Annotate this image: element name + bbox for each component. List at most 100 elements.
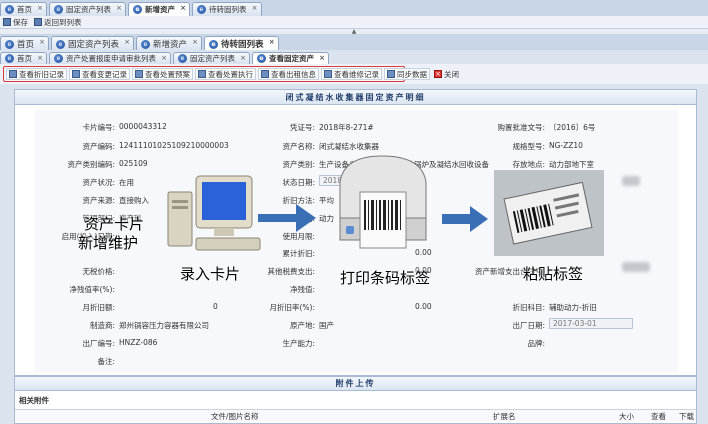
maker-value: 郑州锅容压力容器有限公司: [119, 321, 209, 330]
approval-value: 〔2016〕6号: [549, 123, 596, 132]
asset-code-value: 12411101025109210000003: [119, 141, 229, 150]
view-rental-button[interactable]: 查看出租信息: [258, 68, 319, 80]
brand-label: 品牌:: [527, 339, 545, 348]
step-label-paste-label: 粘贴标签: [523, 265, 584, 283]
card-no-value: 0000043312: [119, 122, 167, 131]
second-tab-bar: e 首页 × e 固定资产列表 × e 新增资产 × e 待转固列表 ×: [0, 34, 708, 51]
asset-code-label: 资产编码:: [82, 142, 115, 151]
category-code-label: 资产类别编码:: [67, 160, 115, 169]
attachment-table-header: 文件/图片名称 扩展名 大小 查看 下载: [15, 409, 696, 421]
factory-date-input[interactable]: 2017-03-01: [549, 318, 633, 329]
voucher-value: 2018年8-271#: [319, 123, 374, 132]
doc-icon: [135, 70, 143, 78]
doc-icon: [324, 70, 332, 78]
doc-icon: [198, 70, 206, 78]
close-icon[interactable]: ×: [116, 4, 122, 12]
close-icon[interactable]: ×: [39, 38, 45, 46]
ie-icon: e: [5, 54, 14, 63]
asset-name-value: 闭式凝结水收集器: [319, 142, 379, 151]
save-icon: [3, 18, 11, 26]
tab-asset-list[interactable]: e 固定资产列表 ×: [51, 36, 135, 51]
ie-icon: e: [5, 5, 14, 14]
barcode-label-photo: [494, 170, 604, 256]
step-label-enter-card: 录入卡片: [180, 265, 241, 283]
col-extension: 扩展名: [493, 412, 516, 421]
close-icon[interactable]: ×: [37, 4, 43, 12]
close-icon[interactable]: ×: [240, 54, 246, 62]
blurred-region: [622, 176, 640, 186]
status-label: 资产状况:: [82, 178, 115, 187]
monthly-depr-label: 月折旧额:: [82, 303, 115, 312]
net-value-label: 净残值:: [289, 285, 315, 294]
location-value: 动力部地下室: [549, 160, 594, 169]
monthly-rate-value: 0.00: [415, 302, 432, 311]
approval-label: 购置批准文号:: [497, 123, 545, 132]
save-button[interactable]: 保存: [3, 17, 28, 28]
ie-icon: e: [209, 39, 219, 49]
col-download: 下载: [679, 412, 694, 421]
close-icon[interactable]: ×: [269, 38, 275, 46]
top-tab-bar: e 首页 × e 固定资产列表 × e 新增资产 × e 待转固列表 ×: [0, 0, 708, 16]
tab-home[interactable]: e 首页 ×: [0, 36, 50, 51]
sync-data-button[interactable]: 同步数据: [384, 68, 430, 80]
card-no-label: 卡片编号:: [82, 123, 115, 132]
depr-cat-value: 辅助动力-折旧: [549, 303, 597, 312]
ie-icon: e: [197, 5, 206, 14]
label-printer-icon: [339, 155, 427, 249]
action-toolbar: 查看折旧记录 查看变更记录 查看处置预案 查看处置执行 查看出租信息 查看维修记…: [3, 66, 459, 82]
back-icon: [34, 18, 42, 26]
computer-icon: [167, 175, 261, 251]
doc-icon: [9, 70, 17, 78]
maker-label: 制造商:: [89, 321, 115, 330]
close-icon[interactable]: ×: [319, 54, 325, 62]
close-icon[interactable]: ×: [161, 54, 167, 62]
voucher-label: 凭证号:: [289, 123, 315, 132]
other-tax-label: 其他税费支出:: [267, 267, 315, 276]
col-size: 大小: [619, 412, 634, 421]
view-repair-button[interactable]: 查看维修记录: [321, 68, 382, 80]
attachment-panel: 附件上传 相关附件 文件/图片名称 扩展名 大小 查看 下载: [14, 376, 697, 424]
col-file-name: 文件/图片名称: [211, 412, 259, 421]
tab-new-asset[interactable]: e 新增资产 ×: [128, 2, 190, 16]
step-label-print-label: 打印条码标签: [340, 269, 431, 287]
ie-icon: e: [133, 5, 142, 14]
close-button[interactable]: × 关闭: [432, 68, 461, 80]
tab-pending-list[interactable]: e 待转固列表 ×: [204, 36, 279, 51]
tab-home[interactable]: e 首页 ×: [0, 52, 47, 64]
ie-icon: e: [56, 39, 66, 49]
back-to-list-button[interactable]: 返回到列表: [34, 17, 82, 28]
close-icon: ×: [434, 70, 442, 78]
tab-home[interactable]: e 首页 ×: [0, 2, 47, 16]
capacity-label: 生产能力:: [282, 339, 315, 348]
view-change-button[interactable]: 查看变更记录: [69, 68, 130, 80]
ie-icon: e: [54, 54, 63, 63]
asset-name-label: 资产名称:: [282, 142, 315, 151]
tab-asset-list[interactable]: e 固定资产列表 ×: [49, 2, 126, 16]
tab-disposal-list[interactable]: e 资产处置报废申请审批列表 ×: [49, 52, 171, 64]
category-label: 资产类别:: [282, 160, 315, 169]
source-value: 直接购入: [119, 196, 149, 205]
monthly-depr-value: 0: [213, 302, 218, 311]
tab-new-asset[interactable]: e 新增资产 ×: [136, 36, 203, 51]
ie-icon: e: [141, 39, 151, 49]
monthly-rate-label: 月折旧率(%):: [269, 303, 315, 312]
ie-icon: e: [54, 5, 63, 14]
attachment-subtitle: 相关附件: [19, 396, 49, 405]
close-icon[interactable]: ×: [192, 38, 198, 46]
blurred-region: [622, 262, 650, 272]
price-label: 无税价格:: [82, 267, 115, 276]
tab-pending-list[interactable]: e 待转固列表 ×: [192, 2, 262, 16]
close-icon[interactable]: ×: [180, 4, 186, 12]
view-disposal-exec-button[interactable]: 查看处置执行: [195, 68, 256, 80]
view-disposal-plan-button[interactable]: 查看处置预案: [132, 68, 193, 80]
step-label-add-maintain: 新增维护: [78, 234, 139, 252]
doc-icon: [72, 70, 80, 78]
tab-asset-list[interactable]: e 固定资产列表 ×: [173, 52, 250, 64]
status-value: 在用: [119, 178, 134, 187]
close-icon[interactable]: ×: [37, 54, 43, 62]
tab-view-asset[interactable]: e 查看固定资产 ×: [252, 52, 329, 64]
close-icon[interactable]: ×: [124, 38, 130, 46]
view-depreciation-button[interactable]: 查看折旧记录: [6, 68, 67, 80]
close-icon[interactable]: ×: [252, 4, 258, 12]
sync-icon: [387, 70, 395, 78]
